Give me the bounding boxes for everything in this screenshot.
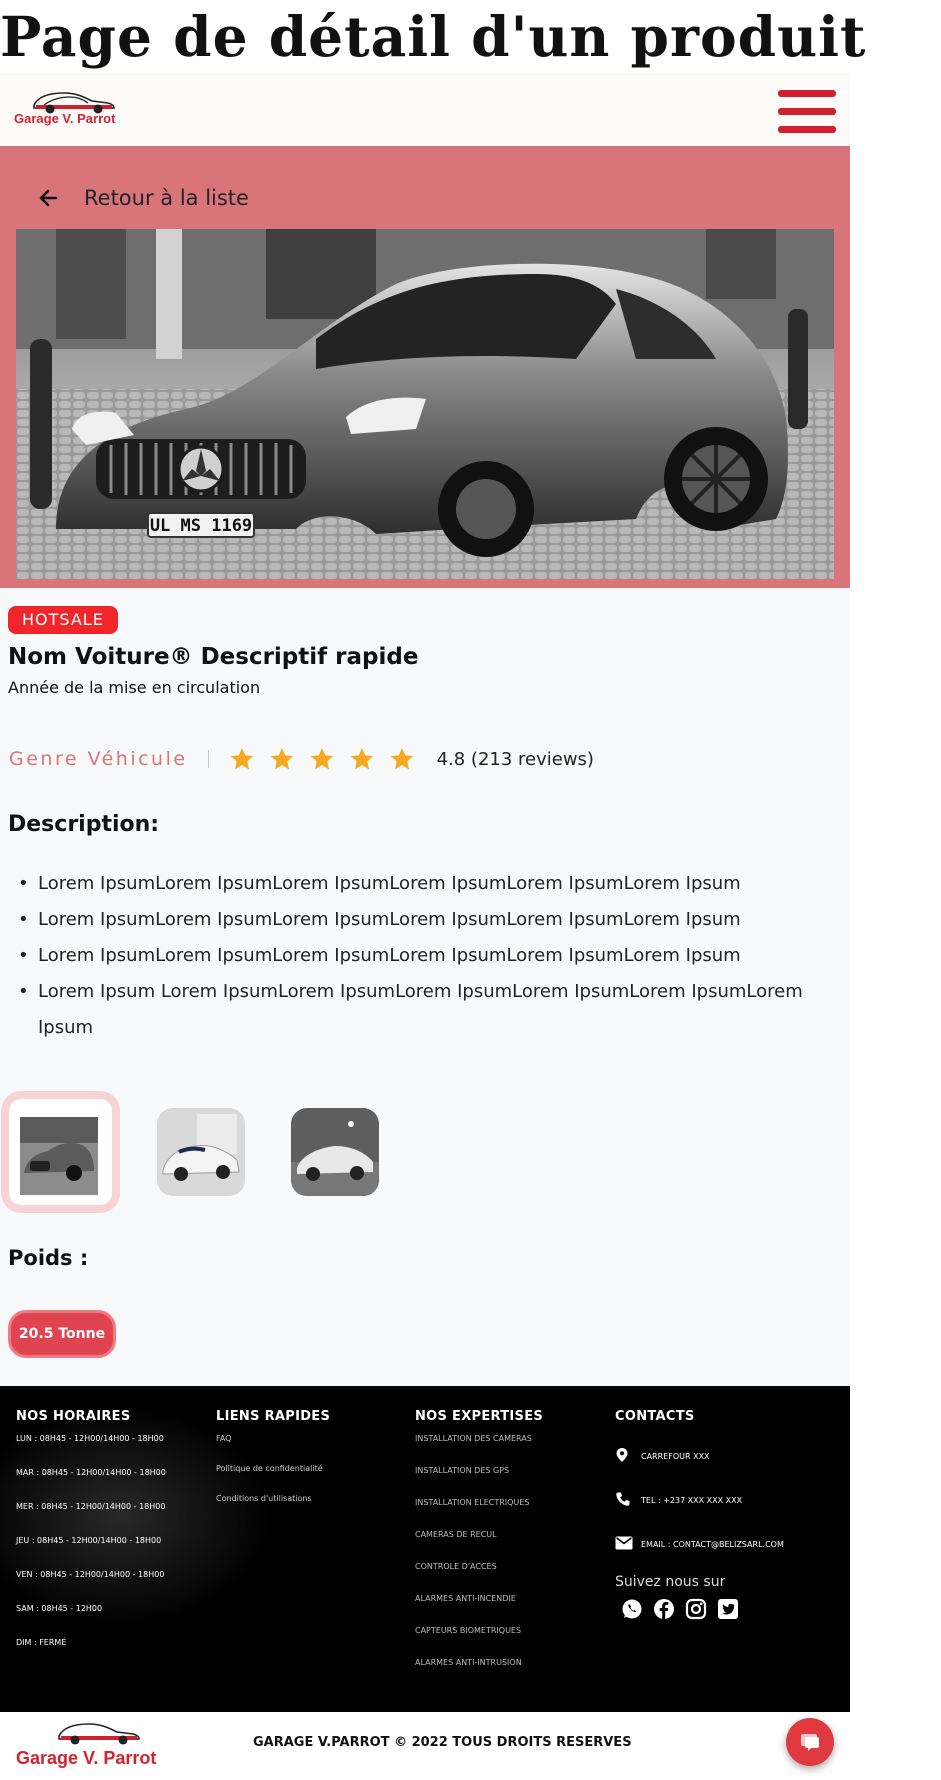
thumbnail-gallery (0, 1088, 850, 1218)
contacts-title: CONTACTS (615, 1409, 695, 1424)
thumbnail-image[interactable] (157, 1108, 245, 1196)
thumbnail-selected[interactable] (1, 1091, 120, 1213)
vehicle-genre: Genre Véhicule (9, 748, 188, 770)
hours-item: MER : 08H45 - 12H00/14H00 - 18H00 (16, 1502, 166, 1511)
phone-icon (615, 1491, 641, 1509)
footer-link-terms[interactable]: Conditions d'utilisations (216, 1494, 330, 1524)
star-icon (230, 747, 253, 770)
menu-button[interactable] (778, 88, 838, 134)
footer-link-faq[interactable]: FAQ (216, 1434, 330, 1464)
instagram-icon[interactable] (685, 1598, 707, 1620)
description-item: Lorem IpsumLorem IpsumLorem IpsumLorem I… (10, 866, 830, 902)
thumbnail-image[interactable] (291, 1108, 379, 1196)
contact-email[interactable]: EMAIL : CONTACT@BELIZSARL.COM (615, 1522, 784, 1566)
chat-icon (801, 1734, 819, 1751)
hours-item: VEN : 08H45 - 12H00/14H00 - 18H00 (16, 1570, 165, 1579)
description-title: Description: (8, 812, 160, 837)
star-icon (390, 747, 413, 770)
bottom-logo[interactable]: Garage V. Parrot (14, 1716, 157, 1772)
car-logo-icon (58, 1723, 140, 1745)
hero: Retour à la liste UL MS 1169 (0, 146, 850, 588)
copyright: GARAGE V.PARROT © 2022 TOUS DROITS RESER… (253, 1735, 632, 1750)
whatsapp-icon[interactable] (621, 1598, 643, 1620)
rating-text: 4.8 (213 reviews) (436, 748, 594, 770)
product-meta: Genre Véhicule 4.8 (213 reviews) (9, 741, 594, 777)
footer-hours: NOS HORAIRES LUN : 08H45 - 12H00/14H00 -… (16, 1409, 166, 1672)
weight-title: Poids : (8, 1246, 89, 1270)
hours-item: JEU : 08H45 - 12H00/14H00 - 18H00 (16, 1536, 162, 1545)
navbar: Garage V. Parrot (0, 73, 850, 146)
page-heading: Page de détail d'un produit (0, 4, 867, 69)
follow-label: Suivez nous sur (615, 1574, 726, 1590)
facebook-icon[interactable] (653, 1598, 675, 1620)
product-photo: UL MS 1169 (16, 229, 834, 579)
brand-name: Garage V. Parrot (14, 111, 116, 126)
hours-item: MAR : 08H45 - 12H00/14H00 - 18H00 (16, 1468, 166, 1477)
hours-item: SAM : 08H45 - 12H00 (16, 1604, 103, 1613)
product-details: HOTSALE Nom Voiture® Descriptif rapide A… (0, 588, 850, 1386)
hours-title: NOS HORAIRES (16, 1409, 131, 1424)
expertise-item[interactable]: ALARMES ANTI-INCENDIE (415, 1594, 543, 1626)
footer-contacts: CONTACTS CARREFOUR XXX TEL : +237 XXX XX… (615, 1409, 784, 1620)
description-item: Lorem Ipsum Lorem IpsumLorem IpsumLorem … (10, 974, 830, 1046)
product-subtitle: Année de la mise en circulation (8, 678, 261, 697)
product-title: Nom Voiture® Descriptif rapide (8, 644, 419, 670)
menu-icon (778, 90, 836, 97)
expertise-item[interactable]: INSTALLATION DES CAMERAS (415, 1434, 543, 1466)
contact-phone-text: TEL : +237 XXX XXX XXX (641, 1495, 743, 1505)
arrow-left-icon (39, 189, 58, 207)
contact-address: CARREFOUR XXX (615, 1434, 784, 1478)
hours-item: LUN : 08H45 - 12H00/14H00 - 18H00 (16, 1434, 164, 1443)
description-item: Lorem IpsumLorem IpsumLorem IpsumLorem I… (10, 938, 830, 974)
star-icon (270, 747, 293, 770)
footer-expertises: NOS EXPERTISES INSTALLATION DES CAMERAS … (415, 1409, 543, 1690)
hours-item: DIM : FERMÉ (16, 1638, 67, 1647)
expertises-title: NOS EXPERTISES (415, 1409, 544, 1424)
logo[interactable]: Garage V. Parrot (14, 85, 124, 135)
social-links (621, 1598, 784, 1620)
star-icon (350, 747, 373, 770)
license-plate: UL MS 1169 (150, 516, 252, 536)
description-item: Lorem IpsumLorem IpsumLorem IpsumLorem I… (10, 902, 830, 938)
footer: NOS HORAIRES LUN : 08H45 - 12H00/14H00 -… (0, 1386, 850, 1712)
thumbnail-image (20, 1117, 98, 1195)
contact-email-text: EMAIL : CONTACT@BELIZSARL.COM (641, 1539, 784, 1549)
expertise-item[interactable]: CAPTEURS BIOMETRIQUES (415, 1626, 543, 1658)
expertise-item[interactable]: INSTALLATION DES GPS (415, 1466, 543, 1498)
expertise-item[interactable]: CAMERAS DE RECUL (415, 1530, 543, 1562)
hotsale-badge: HOTSALE (8, 606, 118, 634)
back-link-label: Retour à la liste (84, 186, 249, 210)
meta-divider (207, 750, 209, 768)
chat-button[interactable] (786, 1718, 834, 1766)
back-link[interactable]: Retour à la liste (38, 184, 249, 212)
links-title: LIENS RAPIDES (216, 1409, 331, 1424)
contact-address-text: CARREFOUR XXX (641, 1451, 710, 1461)
twitter-icon[interactable] (717, 1598, 739, 1620)
footer-links: LIENS RAPIDES FAQ Politique de confident… (216, 1409, 330, 1524)
bottom-bar: Garage V. Parrot GARAGE V.PARROT © 2022 … (0, 1712, 850, 1780)
menu-icon-bar (778, 108, 836, 115)
expertise-item[interactable]: INSTALLATION ELECTRIQUES (415, 1498, 543, 1530)
rating-stars (229, 746, 415, 772)
weight-option[interactable]: 20.5 Tonne (8, 1310, 116, 1358)
menu-icon-bar (778, 126, 836, 133)
mail-icon (615, 1536, 641, 1552)
contact-phone[interactable]: TEL : +237 XXX XXX XXX (615, 1478, 784, 1522)
map-pin-icon (615, 1447, 641, 1465)
footer-link-privacy[interactable]: Politique de confidentialité (216, 1464, 330, 1494)
expertise-item[interactable]: CONTROLE D'ACCES (415, 1562, 543, 1594)
description-list: Lorem IpsumLorem IpsumLorem IpsumLorem I… (10, 866, 830, 1046)
expertise-item[interactable]: ALARMES ANTI-INTRUSION (415, 1658, 543, 1690)
brand-name: Garage V. Parrot (16, 1748, 157, 1768)
star-icon (310, 747, 333, 770)
